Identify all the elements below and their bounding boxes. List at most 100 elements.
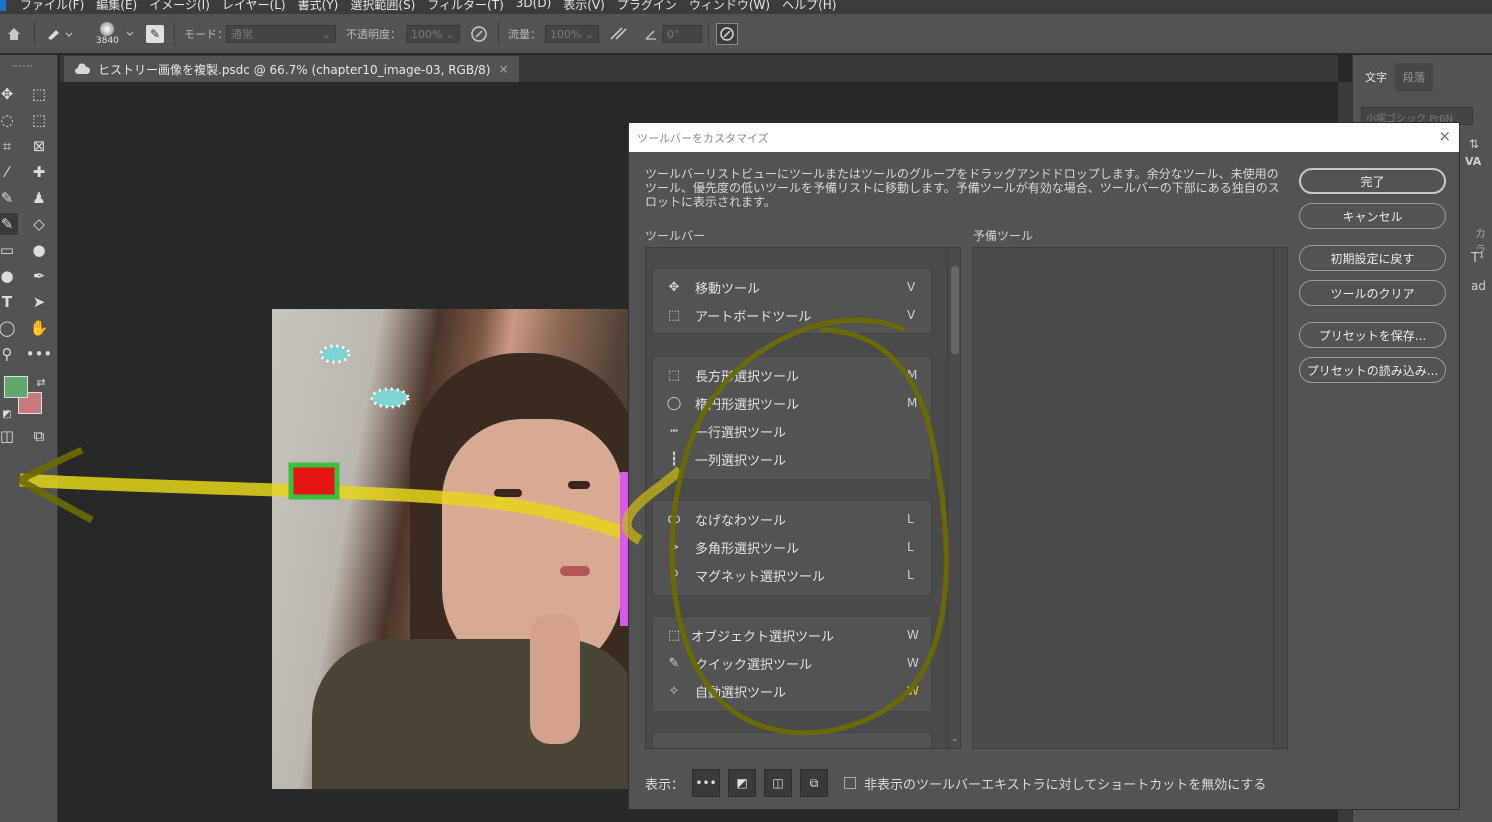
reserve-tools-list[interactable] [972, 247, 1288, 749]
tool-row[interactable]: ⬚ アートボードツール V [653, 301, 933, 329]
scrollbar-thumb[interactable] [951, 266, 959, 354]
toolbar-list-scrollbar[interactable]: ⌄ [947, 248, 960, 748]
brush-tip-icon [100, 22, 115, 36]
eyedropper-tool-icon[interactable]: ⁄ [0, 161, 18, 183]
flow-input[interactable]: 100% ⌄ [545, 14, 599, 54]
swap-colors-icon[interactable]: ⇄ [30, 371, 52, 393]
blur-tool-icon[interactable]: ● [28, 239, 50, 261]
gradient-tool-icon[interactable]: ▭ [0, 239, 18, 261]
history-brush-tool-icon[interactable]: ✎ [0, 213, 18, 235]
menu-edit[interactable]: 編集(E) [96, 0, 137, 13]
hand-tool-icon[interactable]: ✋ [28, 317, 50, 339]
brush-tool-icon[interactable]: ✎ [0, 187, 18, 209]
menu-window[interactable]: ウィンドウ(W) [689, 0, 770, 13]
lasso-tool-icon[interactable]: ◌ [0, 109, 18, 131]
cancel-button[interactable]: キャンセル [1299, 203, 1446, 229]
dialog-title: ツールバーをカスタマイズ [629, 123, 1459, 152]
reserve-list-scrollbar[interactable] [1273, 248, 1287, 748]
chevron-down-icon[interactable] [125, 14, 135, 54]
menu-plugins[interactable]: プラグイン [617, 0, 677, 13]
home-icon[interactable] [6, 14, 22, 54]
tool-row[interactable]: ⊳ 多角形選択ツール L [653, 533, 933, 561]
type-tool-icon[interactable]: T [0, 291, 18, 313]
restore-defaults-button[interactable]: 初期設定に戻す [1299, 245, 1446, 271]
healing-brush-preset-icon[interactable] [46, 14, 72, 54]
move-tool-icon[interactable]: ✥ [0, 83, 18, 105]
panel-grip[interactable] [12, 65, 32, 69]
menu-file[interactable]: ファイル(F) [20, 0, 84, 13]
eye-right [568, 481, 590, 489]
load-preset-button[interactable]: プリセットの読み込み... [1299, 357, 1446, 383]
pressure-opacity-icon[interactable] [470, 14, 488, 54]
tool-row[interactable]: ┅ 一行選択ツール [653, 417, 933, 445]
menu-view[interactable]: 表示(V) [563, 0, 605, 13]
tool-group[interactable]: ⬚ オブジェクト選択ツール W ✎ クイック選択ツール W ✧ 自動選択ツール … [652, 616, 932, 712]
menu-filter[interactable]: フィルター(T) [427, 0, 503, 13]
menu-image[interactable]: イメージ(I) [149, 0, 210, 13]
object-selection-tool-icon[interactable]: ⬚ [28, 109, 50, 131]
angle-input[interactable]: 0° [662, 14, 702, 54]
done-button[interactable]: 完了 [1299, 168, 1446, 194]
tool-row[interactable]: ꝏ なげなわツール L [653, 505, 933, 533]
pen-tool-icon[interactable]: ✒ [28, 265, 50, 287]
tool-row[interactable]: ✥ 移動ツール V [653, 273, 933, 301]
tool-row[interactable]: ⚲ マグネット選択ツール L [653, 561, 933, 589]
crop-tool-icon[interactable]: ⌗ [0, 135, 18, 157]
color-swatch-toggle-icon[interactable]: ◩ [728, 769, 757, 797]
foreground-color-swatch-top[interactable] [4, 376, 28, 398]
menu-3d[interactable]: 3D(D) [516, 0, 551, 13]
dodge-tool-icon[interactable]: ● [0, 265, 18, 287]
tool-row[interactable]: ✎ クイック選択ツール W [653, 649, 933, 677]
ellipse-tool-icon[interactable]: ◯ [0, 317, 18, 339]
document-tab[interactable]: ヒストリー画像を複製.psdc @ 66.7% (chapter10_image… [64, 56, 519, 82]
save-preset-button[interactable]: プリセットを保存... [1299, 322, 1446, 348]
default-colors-icon[interactable]: ◩ [0, 403, 18, 425]
reserve-list-label: 予備ツール [973, 229, 1034, 243]
tool-group[interactable]: ⬚ 長方形選択ツール M ◯ 楕円形選択ツール M ┅ 一行選択ツール ┇ 一列… [652, 356, 932, 480]
menu-type[interactable]: 書式(Y) [298, 0, 339, 13]
screen-mode-icon[interactable]: ⧉ [28, 425, 50, 447]
menu-layer[interactable]: レイヤー(L) [222, 0, 286, 13]
toolbar-list[interactable]: ✥ 移動ツール V ⬚ アートボードツール V ⬚ 長方形選択ツール M ◯ 楕… [645, 247, 961, 749]
tool-shortcut: L [907, 512, 914, 526]
tool-group[interactable]: ✥ 移動ツール V ⬚ アートボードツール V [652, 268, 932, 334]
scroll-down-icon[interactable]: ⌄ [951, 734, 959, 744]
stamp-tool-icon[interactable]: ♟ [28, 187, 50, 209]
eraser-tool-icon[interactable]: ◇ [28, 213, 50, 235]
extra-tools-toggle-icon[interactable]: ••• [692, 769, 721, 797]
opacity-input[interactable]: 100% ⌄ [406, 14, 460, 54]
tool-group[interactable] [652, 732, 932, 748]
close-icon[interactable]: × [1438, 127, 1451, 145]
tool-row[interactable]: ┇ 一列選択ツール [653, 445, 933, 473]
close-icon[interactable]: × [498, 62, 508, 76]
path-selection-tool-icon[interactable]: ➤ [28, 291, 50, 313]
brush-settings-icon[interactable]: ✎ [146, 14, 164, 54]
tool-name: オブジェクト選択ツール [691, 629, 835, 645]
tool-group[interactable]: ꝏ なげなわツール L ⊳ 多角形選択ツール L ⚲ マグネット選択ツール L [652, 500, 932, 596]
zoom-tool-icon[interactable]: ⚲ [0, 343, 18, 365]
pressure-size-icon[interactable] [716, 14, 738, 54]
disable-shortcuts-checkbox[interactable] [844, 777, 857, 789]
rect-marquee-tool-icon[interactable]: ⬚ [28, 83, 50, 105]
quick-mask-toggle-icon[interactable]: ◫ [764, 769, 793, 797]
tool-shortcut: L [907, 540, 914, 554]
superscript-icon[interactable]: T¹ [1471, 251, 1484, 266]
mode-select[interactable]: 通常 ⌄ [226, 14, 336, 54]
frame-tool-icon[interactable]: ⊠ [28, 135, 50, 157]
tab-character[interactable]: 文字 [1357, 63, 1395, 91]
menu-help[interactable]: ヘルプ(H) [782, 0, 836, 13]
airbrush-icon[interactable] [608, 14, 630, 54]
tool-row[interactable]: ✧ 自動選択ツール W [653, 677, 933, 705]
menu-select[interactable]: 選択範囲(S) [350, 0, 415, 13]
healing-brush-tool-icon[interactable]: ✚ [28, 161, 50, 183]
mode-label: モード： [184, 28, 228, 41]
tab-paragraph[interactable]: 段落 [1395, 63, 1433, 91]
tool-row[interactable]: ⬚ 長方形選択ツール M [653, 361, 933, 389]
brush-size-picker[interactable]: 3840 [96, 14, 119, 54]
screen-mode-toggle-icon[interactable]: ⧉ [800, 769, 829, 797]
tool-row[interactable]: ◯ 楕円形選択ツール M [653, 389, 933, 417]
clear-tools-button[interactable]: ツールのクリア [1299, 280, 1446, 306]
more-tools-icon[interactable]: ••• [26, 343, 53, 365]
quick-mask-icon[interactable]: ◫ [0, 425, 18, 447]
tool-row[interactable]: ⬚ オブジェクト選択ツール W [653, 621, 933, 649]
